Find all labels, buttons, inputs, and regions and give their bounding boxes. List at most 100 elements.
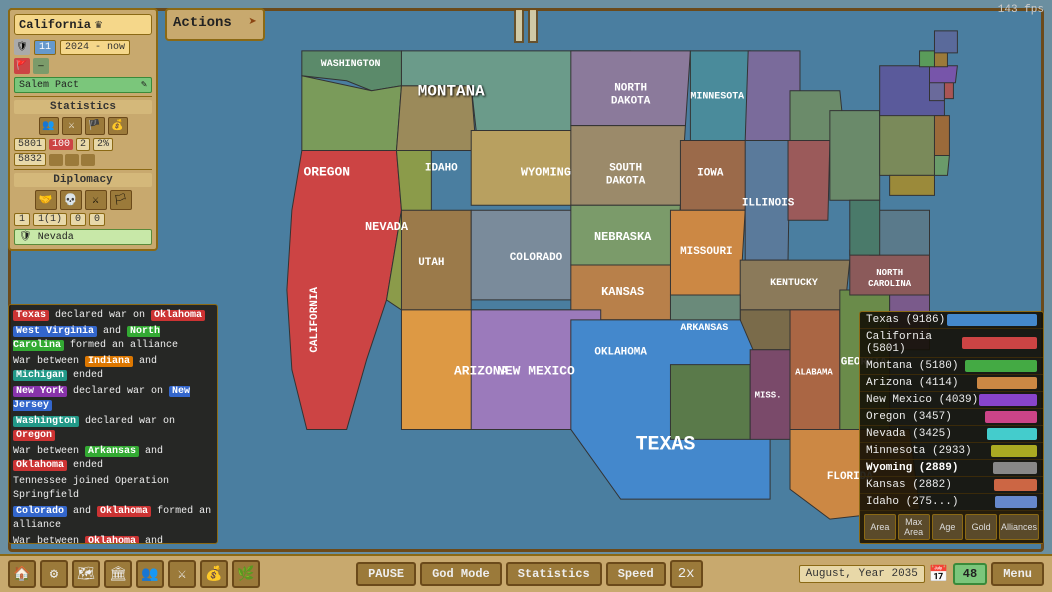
info-date: 2024 - now xyxy=(60,40,130,55)
event-9: War between Oklahoma and Missouri ended xyxy=(13,535,213,544)
coin-icon: 💰 xyxy=(108,117,128,135)
speed-button[interactable]: Speed xyxy=(606,562,666,586)
menu-button[interactable]: Menu xyxy=(991,562,1044,586)
leader-row-montana: Montana (5180) xyxy=(860,358,1043,375)
leader-row-texas: Texas (9186) xyxy=(860,312,1043,329)
leader-bar-idaho xyxy=(995,496,1037,508)
game-container: 143 fps xyxy=(0,0,1052,592)
leader-row-minnesota: Minnesota (2933) xyxy=(860,443,1043,460)
event-3-tag1: Indiana xyxy=(85,356,133,367)
svg-text:SOUTH: SOUTH xyxy=(609,162,642,174)
leader-name-kansas: Kansas (2882) xyxy=(866,479,994,491)
leader-bar-kansas xyxy=(994,479,1037,491)
lb-alliances-btn[interactable]: Alliances xyxy=(999,514,1039,540)
crown-icon: ♛ xyxy=(95,17,147,32)
toolbar-icon-4[interactable]: 🏛 xyxy=(104,560,132,588)
lb-gold-btn[interactable]: Gold xyxy=(965,514,997,540)
diplo-nums: 1 1(1) 0 0 xyxy=(14,213,152,226)
pact-edit-icon: ✎ xyxy=(141,79,147,91)
leader-name-montana: Montana (5180) xyxy=(866,360,965,372)
diplo-4: 0 xyxy=(89,213,105,226)
event-3: War between Indiana and Michigan ended xyxy=(13,355,213,383)
leader-row-nevada: Nevada (3425) xyxy=(860,426,1043,443)
speed-val[interactable]: 2x xyxy=(670,560,703,588)
leader-row-idaho: Idaho (275...) xyxy=(860,494,1043,511)
event-6-tag2: Oklahoma xyxy=(13,460,67,471)
leader-name-wyoming: Wyoming (2889) xyxy=(866,462,993,474)
leader-name-minnesota: Minnesota (2933) xyxy=(866,445,991,457)
stat-red: 100 xyxy=(49,139,73,150)
leader-row-arizona: Arizona (4114) xyxy=(860,375,1043,392)
stat-2: 2 xyxy=(76,138,90,151)
svg-text:OREGON: OREGON xyxy=(303,164,350,179)
svg-text:MISSOURI: MISSOURI xyxy=(680,246,733,258)
leader-name-texas: Texas (9186) xyxy=(866,314,947,326)
leader-bar-minnesota xyxy=(991,445,1037,457)
info-num: 11 xyxy=(34,40,56,55)
god-mode-button[interactable]: God Mode xyxy=(420,562,502,586)
left-panel: California ♛ 🛡 11 2024 - now 🚩 — Salem P… xyxy=(8,8,158,251)
pact-name: Salem Pact xyxy=(19,80,79,91)
flag-icon: 🚩 xyxy=(14,58,30,74)
toolbar-icon-5[interactable]: 👥 xyxy=(136,560,164,588)
calendar-icon[interactable]: 📅 xyxy=(929,564,949,584)
toolbar-icon-2[interactable]: ⚙ xyxy=(40,560,68,588)
actions-arrow: ➤ xyxy=(249,14,257,31)
svg-text:IOWA: IOWA xyxy=(697,167,724,179)
svg-text:CALIFORNIA: CALIFORNIA xyxy=(309,287,321,353)
svg-text:DAKOTA: DAKOTA xyxy=(606,175,646,187)
leader-row-oregon: Oregon (3457) xyxy=(860,409,1043,426)
toolbar-icon-7[interactable]: 💰 xyxy=(200,560,228,588)
leader-row-wyoming: Wyoming (2889) xyxy=(860,460,1043,477)
svg-text:OKLAHOMA: OKLAHOMA xyxy=(594,347,647,359)
lb-area-btn[interactable]: Area xyxy=(864,514,896,540)
svg-text:ALABAMA: ALABAMA xyxy=(795,368,833,378)
population-icon: 👥 xyxy=(39,117,59,135)
leader-footer: Area Max Area Age Gold Alliances xyxy=(860,511,1043,543)
event-4-tag1: New York xyxy=(13,386,67,397)
svg-text:KENTUCKY: KENTUCKY xyxy=(770,277,818,288)
leader-bar-texas xyxy=(947,314,1037,326)
event-5-tag1: Washington xyxy=(13,416,79,427)
svg-text:WYOMING: WYOMING xyxy=(521,165,571,179)
stats-icons: 👥 ⚔ 🏴 💰 xyxy=(14,117,152,135)
toolbar-icon-1[interactable]: 🏠 xyxy=(8,560,36,588)
svg-text:KANSAS: KANSAS xyxy=(601,285,644,299)
leader-name-nevada: Nevada (3425) xyxy=(866,428,987,440)
pause-bar-right xyxy=(528,8,538,43)
date-display: August, Year 2035 xyxy=(799,565,925,583)
toolbar-icon-6[interactable]: ⚔ xyxy=(168,560,196,588)
pact-bar[interactable]: Salem Pact ✎ xyxy=(14,77,152,93)
statistics-button[interactable]: Statistics xyxy=(506,562,602,586)
leader-bar-california xyxy=(962,337,1037,349)
event-1: Texas declared war on Oklahoma xyxy=(13,309,213,323)
event-9-tag1: Oklahoma xyxy=(85,536,139,544)
pause-button[interactable]: PAUSE xyxy=(356,562,416,586)
skull-icon: 💀 xyxy=(60,190,82,210)
toolbar-icon-3[interactable]: 🗺 xyxy=(72,560,100,588)
svg-text:TEXAS: TEXAS xyxy=(636,432,696,455)
lb-age-btn[interactable]: Age xyxy=(932,514,964,540)
svg-text:ARKANSAS: ARKANSAS xyxy=(680,322,728,333)
leader-name-arizona: Arizona (4114) xyxy=(866,377,977,389)
handshake-icon: 🤝 xyxy=(35,190,57,210)
small-stat-icon-1 xyxy=(49,154,63,166)
event-8-tag1: Colorado xyxy=(13,506,67,517)
svg-text:NEVADA: NEVADA xyxy=(365,220,409,234)
dot-icon: — xyxy=(33,58,49,74)
peace-icon: 🏳 xyxy=(110,190,132,210)
event-5: Washington declared war on Oregon xyxy=(13,415,213,443)
toolbar-icon-8[interactable]: 🌿 xyxy=(232,560,260,588)
separator-2 xyxy=(14,169,152,170)
icon-row-1: 🚩 — xyxy=(14,58,152,74)
lb-maxarea-btn[interactable]: Max Area xyxy=(898,514,930,540)
small-stat-icon-2 xyxy=(65,154,79,166)
svg-text:WASHINGTON: WASHINGTON xyxy=(321,58,381,69)
small-stat-icon-3 xyxy=(81,154,95,166)
diplo-icons: 🤝 💀 ⚔ 🏳 xyxy=(14,190,152,210)
actions-label: Actions xyxy=(173,15,232,31)
leaderboard: Texas (9186) California (5801) Montana (… xyxy=(859,311,1044,544)
war-icon: ⚔ xyxy=(85,190,107,210)
state-name-bar[interactable]: California ♛ xyxy=(14,14,152,35)
leader-bar-newmexico xyxy=(979,394,1037,406)
